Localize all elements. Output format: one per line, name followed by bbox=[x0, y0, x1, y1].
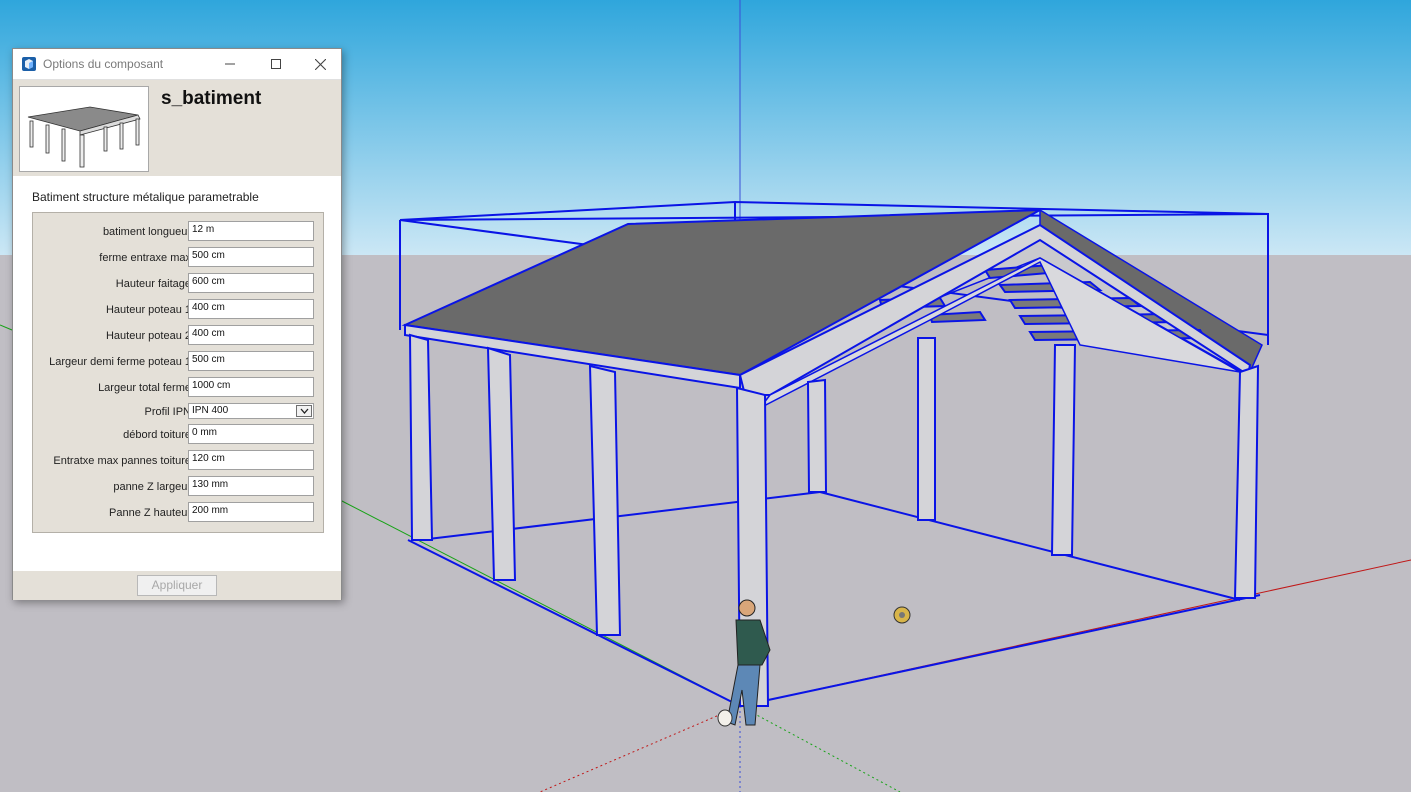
param-input[interactable]: 500 cm bbox=[188, 247, 314, 267]
param-input[interactable]: 0 mm bbox=[188, 424, 314, 444]
component-name: s_batiment bbox=[161, 88, 262, 109]
param-input[interactable]: 600 cm bbox=[188, 273, 314, 293]
param-row: Largeur demi ferme poteau 1 500 cm bbox=[33, 351, 323, 373]
maximize-button[interactable] bbox=[253, 49, 299, 79]
param-input[interactable]: 400 cm bbox=[188, 299, 314, 319]
param-row: Entratxe max pannes toiture 120 cm bbox=[33, 450, 323, 472]
sketchup-icon bbox=[22, 57, 36, 71]
param-input[interactable]: 1000 cm bbox=[188, 377, 314, 397]
component-options-dialog: Options du composant s_batiment Batiment… bbox=[12, 48, 342, 600]
param-row: Hauteur poteau 1 400 cm bbox=[33, 299, 323, 321]
select-value: IPN 400 bbox=[192, 405, 229, 416]
close-button[interactable] bbox=[297, 49, 343, 79]
param-row: Profil IPN IPN 400 bbox=[33, 401, 323, 423]
profile-select[interactable]: IPN 400 bbox=[188, 403, 314, 419]
param-row: Hauteur poteau 2 400 cm bbox=[33, 325, 323, 347]
dialog-title: Options du composant bbox=[43, 57, 164, 71]
param-label: ferme entraxe max bbox=[99, 252, 191, 264]
param-input[interactable]: 500 cm bbox=[188, 351, 314, 371]
dialog-titlebar[interactable]: Options du composant bbox=[13, 49, 341, 80]
minimize-icon bbox=[225, 63, 235, 65]
param-label: Panne Z hauteur bbox=[109, 507, 191, 519]
param-label: Largeur total ferme bbox=[98, 382, 191, 394]
param-row: panne Z largeur 130 mm bbox=[33, 476, 323, 498]
component-header: s_batiment bbox=[13, 80, 341, 176]
chevron-down-icon[interactable] bbox=[296, 405, 312, 417]
param-input[interactable]: 120 cm bbox=[188, 450, 314, 470]
param-row: batiment longueur 12 m bbox=[33, 221, 323, 243]
minimize-button[interactable] bbox=[207, 49, 253, 79]
param-input[interactable]: 200 mm bbox=[188, 502, 314, 522]
param-label: batiment longueur bbox=[102, 226, 191, 238]
param-row: Panne Z hauteur 200 mm bbox=[33, 502, 323, 524]
param-row: débord toiture 0 mm bbox=[33, 424, 323, 446]
param-label: Hauteur poteau 1 bbox=[105, 304, 191, 316]
param-input[interactable]: 12 m bbox=[188, 221, 314, 241]
component-description: Batiment structure métalique parametrabl… bbox=[32, 190, 259, 204]
param-row: Largeur total ferme 1000 cm bbox=[33, 377, 323, 399]
close-icon bbox=[314, 58, 326, 70]
param-label: Entratxe max pannes toiture bbox=[53, 455, 191, 467]
param-label: Hauteur poteau 2 bbox=[105, 330, 191, 342]
param-label: Largeur demi ferme poteau 1 bbox=[49, 356, 191, 368]
param-label: débord toiture bbox=[123, 429, 191, 441]
param-label: Hauteur faitage bbox=[115, 278, 191, 290]
component-thumbnail bbox=[19, 86, 149, 172]
maximize-icon bbox=[271, 59, 281, 69]
apply-button[interactable]: Appliquer bbox=[137, 575, 217, 596]
param-input[interactable]: 400 cm bbox=[188, 325, 314, 345]
param-input[interactable]: 130 mm bbox=[188, 476, 314, 496]
param-row: ferme entraxe max 500 cm bbox=[33, 247, 323, 269]
param-label: Profil IPN bbox=[144, 406, 191, 418]
param-row: Hauteur faitage 600 cm bbox=[33, 273, 323, 295]
orbit-cursor-icon bbox=[893, 606, 911, 624]
dialog-footer: Appliquer bbox=[13, 571, 341, 600]
param-label: panne Z largeur bbox=[113, 481, 191, 493]
parameters-panel: batiment longueur 12 m ferme entraxe max… bbox=[32, 212, 324, 533]
